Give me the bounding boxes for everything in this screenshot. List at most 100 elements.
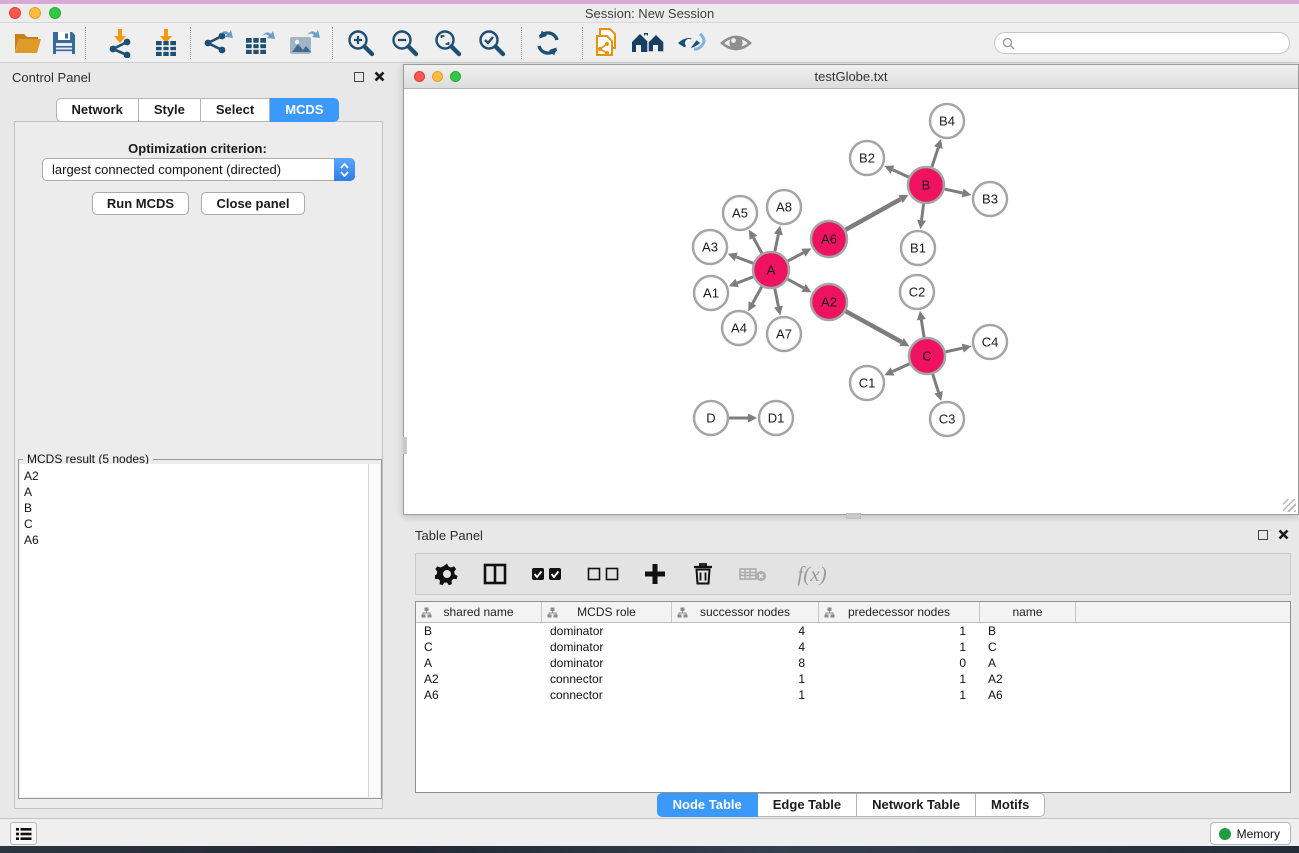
column-header-shared-name[interactable]: shared name: [416, 602, 542, 622]
graph-edge[interactable]: [922, 204, 924, 220]
mcds-result-list[interactable]: A2ABCA6: [20, 464, 368, 797]
result-list-scrollbar[interactable]: [368, 464, 380, 797]
graph-edge[interactable]: [846, 199, 901, 230]
table-cell[interactable]: A: [980, 655, 1076, 671]
table-row[interactable]: A6connector11A6: [416, 687, 1290, 703]
table-cell[interactable]: dominator: [542, 655, 672, 671]
add-column-icon[interactable]: [642, 561, 668, 587]
float-table-panel-icon[interactable]: [1258, 530, 1268, 540]
column-header-name[interactable]: name: [980, 602, 1076, 622]
deselect-all-checkboxes-icon[interactable]: [586, 561, 620, 587]
table-cell[interactable]: dominator: [542, 639, 672, 655]
table-cell[interactable]: A: [416, 655, 542, 671]
export-image-icon[interactable]: [287, 26, 321, 60]
zoom-in-icon[interactable]: [344, 26, 378, 60]
export-network-icon[interactable]: [201, 26, 235, 60]
select-all-checkboxes-icon[interactable]: [530, 561, 564, 587]
close-panel-button[interactable]: Close panel: [201, 192, 305, 215]
table-cell[interactable]: 1: [672, 687, 819, 703]
show-all-networks-icon[interactable]: [629, 26, 669, 60]
function-builder-icon[interactable]: f(x): [790, 561, 834, 587]
table-cell[interactable]: C: [980, 639, 1076, 655]
table-row[interactable]: A2connector11A2: [416, 671, 1290, 687]
import-network-icon[interactable]: [103, 26, 137, 60]
network-window-titlebar[interactable]: testGlobe.txt: [404, 65, 1298, 89]
graph-edge[interactable]: [946, 348, 963, 352]
tab-network[interactable]: Network: [56, 98, 139, 122]
table-cell[interactable]: A2: [980, 671, 1076, 687]
table-cell[interactable]: 4: [672, 623, 819, 639]
memory-button[interactable]: Memory: [1210, 822, 1291, 845]
table-cell[interactable]: 0: [819, 655, 980, 671]
table-cell[interactable]: A6: [416, 687, 542, 703]
tab-style[interactable]: Style: [139, 98, 201, 122]
graph-edge[interactable]: [933, 374, 939, 392]
table-tab-edge-table[interactable]: Edge Table: [758, 793, 857, 817]
graph-edge[interactable]: [788, 253, 804, 261]
left-splitter-handle[interactable]: [403, 437, 407, 454]
tab-select[interactable]: Select: [201, 98, 270, 122]
table-row[interactable]: Adominator80A: [416, 655, 1290, 671]
column-header-MCDS-role[interactable]: MCDS role: [542, 602, 672, 622]
table-cell[interactable]: A6: [980, 687, 1076, 703]
delete-column-icon[interactable]: [690, 561, 716, 587]
table-cell[interactable]: 1: [672, 671, 819, 687]
task-history-button[interactable]: [10, 822, 37, 845]
bottom-splitter-handle[interactable]: [846, 513, 861, 519]
export-table-icon[interactable]: [243, 26, 277, 60]
column-visibility-icon[interactable]: [482, 561, 508, 587]
graph-edge[interactable]: [753, 287, 762, 304]
criterion-dropdown[interactable]: largest connected component (directed): [42, 158, 355, 181]
show-selected-icon[interactable]: [719, 26, 753, 60]
settings-gear-icon[interactable]: [434, 561, 460, 587]
network-canvas[interactable]: B4B2BB3A5A8A6B1A3AA1C2A2A4A7C4CC1C3DD1: [404, 89, 1298, 514]
table-cell[interactable]: connector: [542, 671, 672, 687]
graph-edge[interactable]: [932, 148, 938, 167]
import-table-icon[interactable]: [149, 26, 183, 60]
hide-selected-icon[interactable]: [674, 26, 708, 60]
delete-table-icon[interactable]: [738, 561, 768, 587]
open-session-icon[interactable]: [11, 26, 45, 60]
network-graph[interactable]: B4B2BB3A5A8A6B1A3AA1C2A2A4A7C4CC1C3DD1: [404, 89, 1298, 514]
graph-edge[interactable]: [893, 364, 910, 372]
table-cell[interactable]: C: [416, 639, 542, 655]
tab-mcds[interactable]: MCDS: [270, 98, 339, 122]
column-header-predecessor-nodes[interactable]: predecessor nodes: [819, 602, 980, 622]
mcds-result-item[interactable]: A2: [20, 468, 368, 484]
table-cell[interactable]: 1: [819, 671, 980, 687]
refresh-layout-icon[interactable]: [531, 26, 565, 60]
zoom-selected-icon[interactable]: [475, 26, 509, 60]
table-cell[interactable]: 1: [819, 687, 980, 703]
table-cell[interactable]: 1: [819, 623, 980, 639]
graph-edge[interactable]: [846, 311, 902, 342]
table-cell[interactable]: B: [416, 623, 542, 639]
search-input[interactable]: [1019, 36, 1289, 50]
table-tab-network-table[interactable]: Network Table: [857, 793, 976, 817]
table-cell[interactable]: 1: [819, 639, 980, 655]
mcds-result-item[interactable]: C: [20, 516, 368, 532]
table-cell[interactable]: dominator: [542, 623, 672, 639]
close-table-panel-icon[interactable]: [1278, 529, 1289, 540]
run-mcds-button[interactable]: Run MCDS: [92, 192, 189, 215]
table-cell[interactable]: A2: [416, 671, 542, 687]
column-header-successor-nodes[interactable]: successor nodes: [672, 602, 819, 622]
graph-edge[interactable]: [775, 289, 779, 307]
search-field[interactable]: [994, 32, 1290, 54]
graph-edge[interactable]: [737, 277, 753, 283]
graph-edge[interactable]: [736, 257, 753, 263]
graph-edge[interactable]: [921, 320, 924, 338]
graph-edge[interactable]: [753, 238, 762, 254]
float-panel-icon[interactable]: [354, 72, 364, 82]
close-panel-icon[interactable]: [374, 71, 385, 82]
resize-grip[interactable]: [1283, 499, 1296, 512]
duplicate-network-icon[interactable]: [590, 26, 624, 60]
mcds-result-item[interactable]: A: [20, 484, 368, 500]
zoom-fit-icon[interactable]: [431, 26, 465, 60]
graph-edge[interactable]: [892, 170, 908, 177]
table-cell[interactable]: B: [980, 623, 1076, 639]
table-cell[interactable]: connector: [542, 687, 672, 703]
mcds-result-item[interactable]: A6: [20, 532, 368, 548]
mcds-result-item[interactable]: B: [20, 500, 368, 516]
table-row[interactable]: Bdominator41B: [416, 623, 1290, 639]
table-cell[interactable]: 4: [672, 639, 819, 655]
